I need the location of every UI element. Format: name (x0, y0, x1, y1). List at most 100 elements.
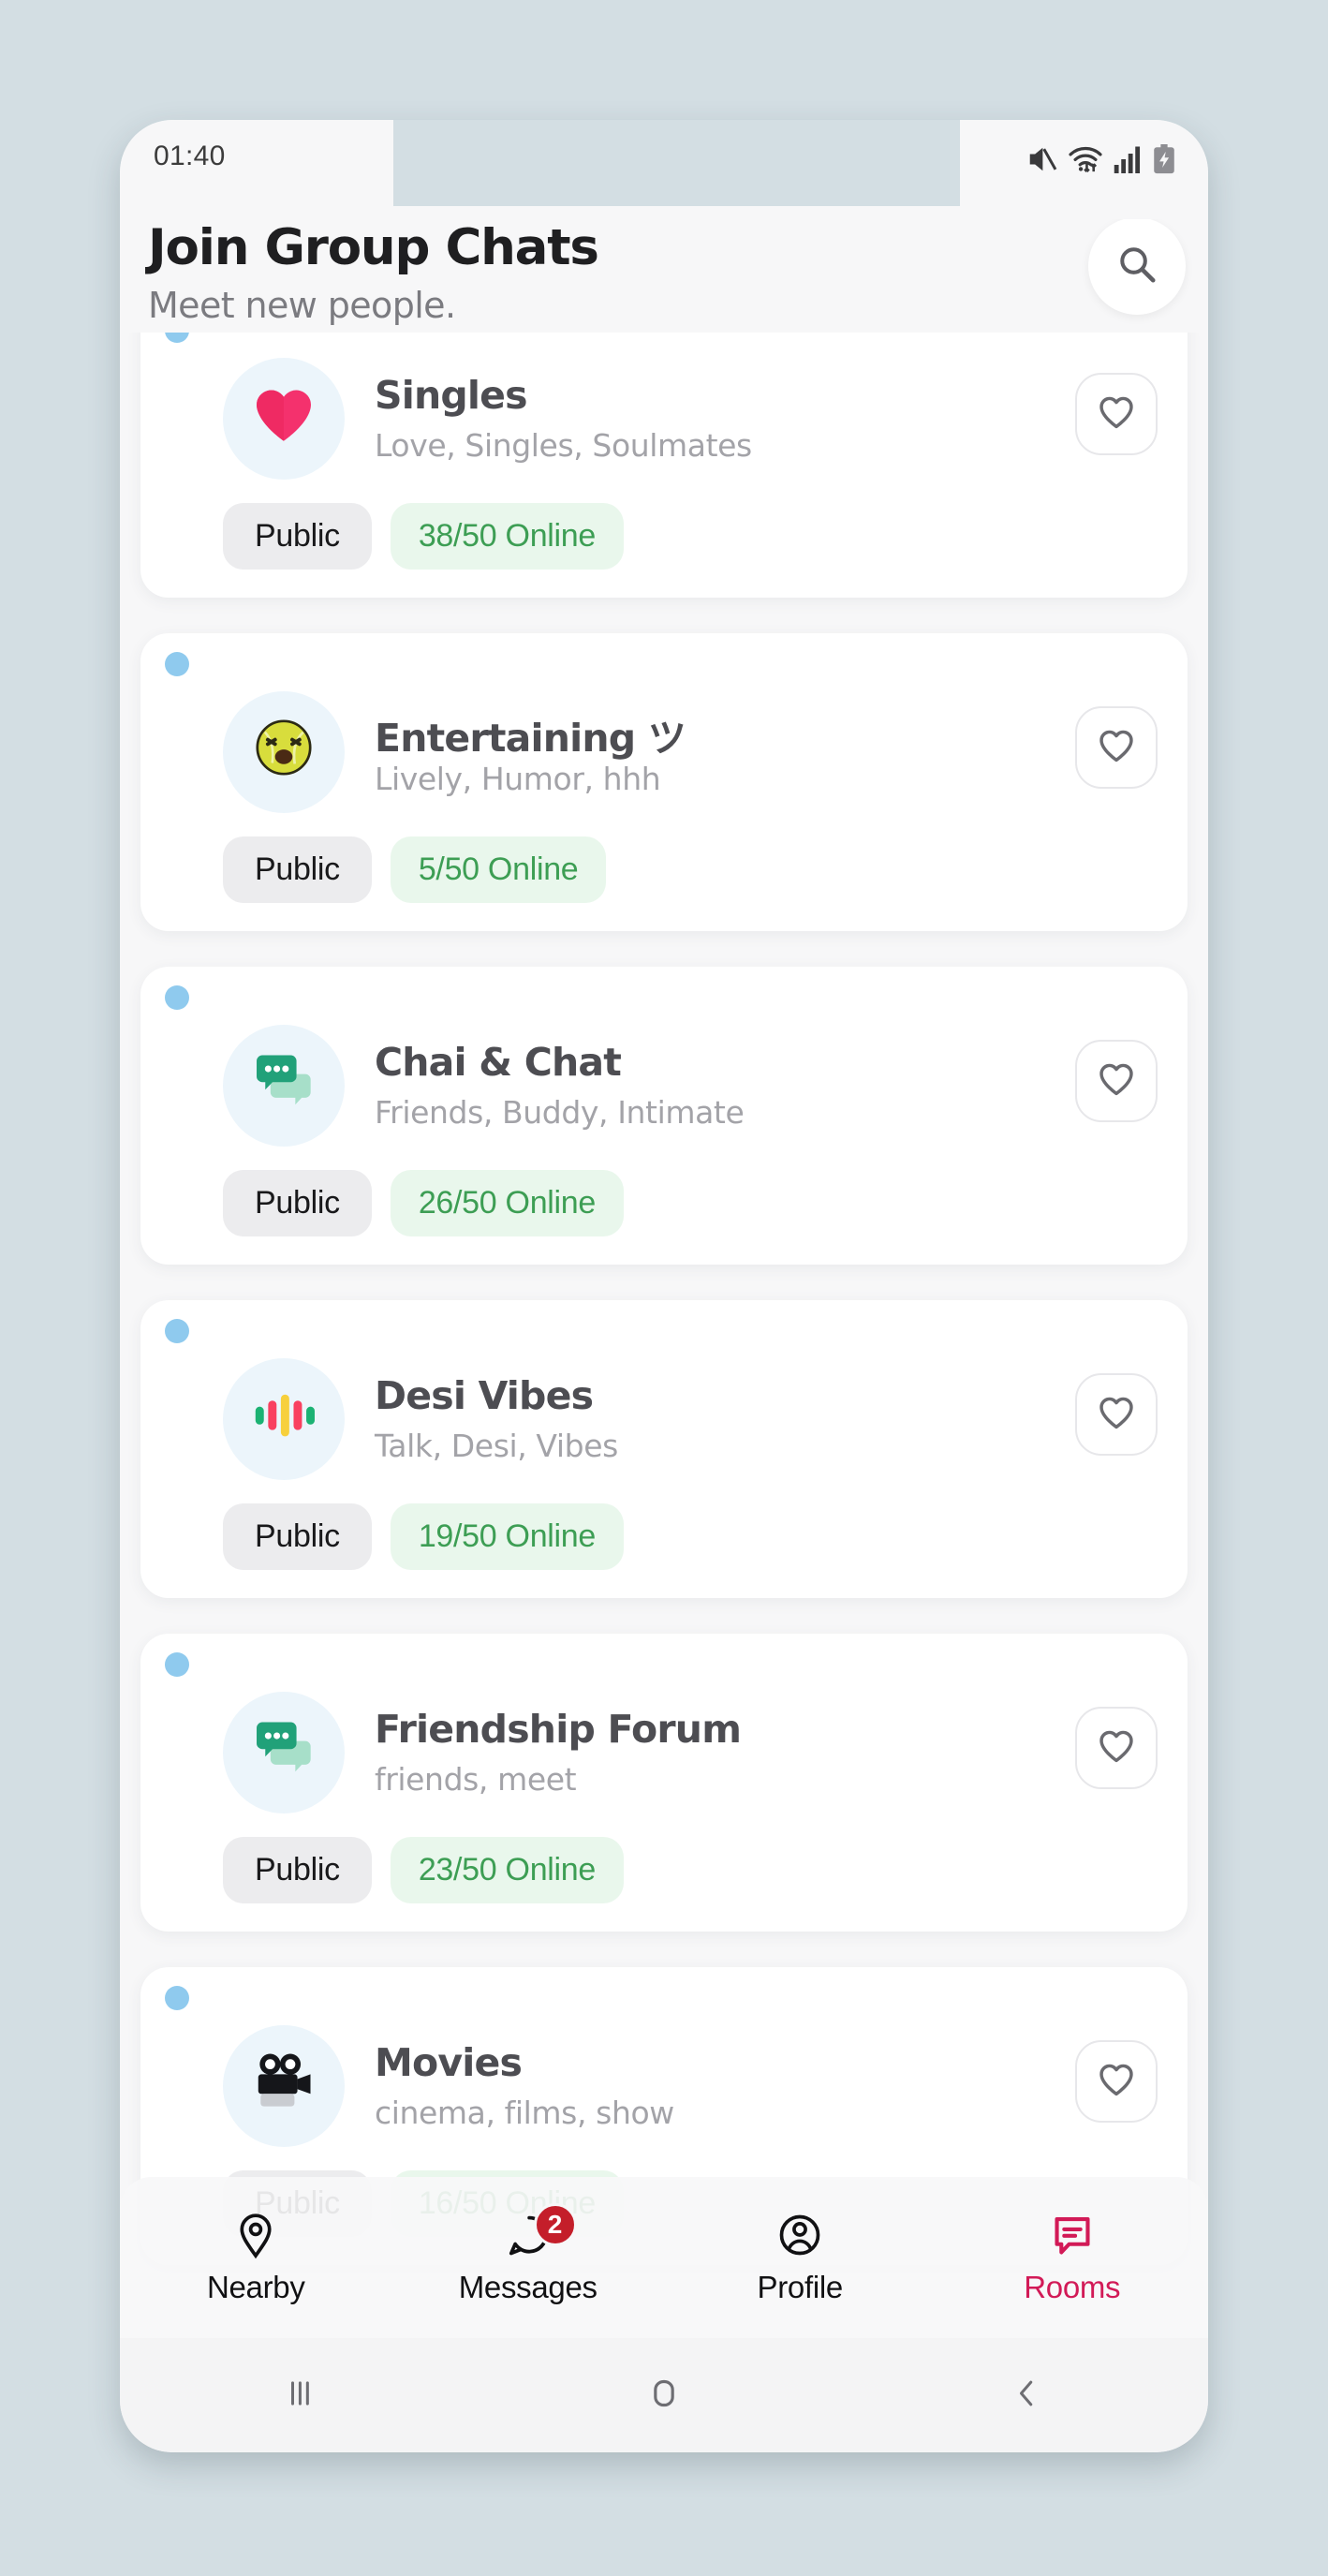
bottom-navigation: Nearby 2 Messages Profile Rooms (120, 2177, 1208, 2338)
android-system-navigation (120, 2338, 1208, 2452)
nav-item-profile[interactable]: Profile (664, 2211, 937, 2305)
recents-icon (284, 2376, 319, 2415)
waveform-icon (249, 1380, 318, 1458)
unread-badge: 2 (533, 2202, 577, 2246)
favorite-button[interactable] (1075, 1707, 1158, 1789)
favorite-button[interactable] (1075, 1373, 1158, 1456)
room-name: Friendship Forum (375, 1707, 742, 1752)
recents-button[interactable] (120, 2376, 482, 2415)
status-clock: 01:40 (154, 141, 226, 171)
favorite-button[interactable] (1075, 1040, 1158, 1122)
status-bar-left-panel: 01:40 (120, 120, 393, 206)
status-icons-group (1026, 142, 1176, 176)
search-button[interactable] (1088, 217, 1186, 315)
back-icon (1009, 2376, 1044, 2415)
speech-bubbles-icon (257, 1722, 311, 1772)
favorite-button[interactable] (1075, 373, 1158, 455)
phone-frame: 01:40 Join Group Chats Meet new people. … (120, 120, 1208, 2452)
rooms-list[interactable]: Singles Love, Singles, Soulmates Public 38/… (120, 300, 1208, 2342)
status-bar-right-panel (960, 120, 1208, 206)
heart-outline-icon (1096, 2059, 1137, 2104)
location-pin-icon (231, 2211, 280, 2263)
wifi-icon (1068, 144, 1103, 174)
room-tags: Talk, Desi, Vibes (375, 1428, 618, 1464)
room-meta: Public 26/50 Online (223, 1170, 625, 1236)
heart-emoji (249, 379, 318, 458)
nav-item-rooms[interactable]: Rooms (937, 2211, 1209, 2305)
online-count-badge: 19/50 Online (390, 1503, 625, 1570)
nav-item-label: Messages (458, 2269, 598, 2304)
mute-icon (1026, 145, 1057, 173)
room-card[interactable]: Chai & Chat Friends, Buddy, Intimate Publi… (140, 967, 1188, 1265)
online-dot (165, 985, 189, 1010)
room-avatar (223, 1358, 345, 1480)
favorite-button[interactable] (1075, 2040, 1158, 2123)
laughing-face-emoji (250, 714, 317, 791)
film-projector-emoji (258, 2053, 311, 2107)
search-icon (1115, 243, 1158, 289)
page-title: Join Group Chats (148, 219, 599, 276)
heart-emoji (257, 390, 311, 441)
room-name: Entertaining ツ (375, 716, 686, 761)
laughing-face-emoji (256, 719, 312, 776)
room-tags: friends, meet (375, 1761, 577, 1798)
film-projector-emoji (248, 2046, 319, 2126)
room-avatar (223, 1025, 345, 1147)
speech-bubbles-icon (257, 1055, 311, 1105)
visibility-badge: Public (223, 1503, 372, 1570)
room-avatar (223, 691, 345, 813)
heart-outline-icon (1096, 1059, 1137, 1103)
room-meta: Public 23/50 Online (223, 1837, 625, 1903)
status-bar: 01:40 (120, 120, 1208, 219)
favorite-button[interactable] (1075, 706, 1158, 789)
display-notch (393, 120, 960, 206)
home-icon (645, 2375, 683, 2416)
online-count-badge: 26/50 Online (390, 1170, 625, 1236)
heart-outline-icon (1096, 1392, 1137, 1437)
waveform-icon (255, 1394, 315, 1437)
signal-icon (1114, 145, 1142, 173)
online-dot (165, 652, 189, 676)
room-name: Movies (375, 2040, 523, 2085)
room-tags: cinema, films, show (375, 2095, 674, 2131)
room-meta: Public 5/50 Online (223, 836, 607, 903)
speech-bubbles-icon (249, 1046, 318, 1125)
nav-item-nearby[interactable]: Nearby (120, 2211, 392, 2305)
room-avatar (223, 2025, 345, 2147)
room-name: Singles (375, 373, 528, 418)
online-dot (165, 1652, 189, 1677)
nav-item-label: Nearby (206, 2269, 305, 2304)
visibility-badge: Public (223, 1837, 372, 1903)
room-tags: Lively, Humor, hhh (375, 761, 661, 797)
room-meta: Public 19/50 Online (223, 1503, 625, 1570)
home-button[interactable] (482, 2375, 845, 2416)
heart-outline-icon (1096, 725, 1137, 770)
room-name: Desi Vibes (375, 1373, 594, 1418)
online-count-badge: 5/50 Online (390, 836, 607, 903)
room-card[interactable]: Desi Vibes Talk, Desi, Vibes Public 19/50 O… (140, 1300, 1188, 1598)
nav-item-label: Profile (757, 2269, 844, 2304)
online-count-badge: 38/50 Online (390, 503, 625, 570)
back-button[interactable] (846, 2376, 1208, 2415)
nav-item-messages[interactable]: 2 Messages (392, 2202, 665, 2305)
room-card[interactable]: Entertaining ツ Lively, Humor, hhh Public 5/… (140, 633, 1188, 931)
visibility-badge: Public (223, 1170, 372, 1236)
speech-bubbles-icon (249, 1713, 318, 1792)
person-icon (775, 2211, 824, 2263)
page-subtitle: Meet new people. (148, 285, 456, 326)
room-name: Chai & Chat (375, 1040, 622, 1085)
room-tags: Friends, Buddy, Intimate (375, 1094, 745, 1131)
online-dot (165, 1319, 189, 1343)
heart-outline-icon (1096, 1725, 1137, 1770)
rooms-message-icon (1048, 2211, 1097, 2263)
online-count-badge: 23/50 Online (390, 1837, 625, 1903)
heart-outline-icon (1096, 392, 1137, 437)
battery-charging-icon (1152, 144, 1176, 174)
room-tags: Love, Singles, Soulmates (375, 427, 752, 464)
online-dot (165, 1986, 189, 2010)
room-avatar (223, 1692, 345, 1814)
room-card[interactable]: Singles Love, Singles, Soulmates Public 38/… (140, 300, 1188, 598)
room-meta: Public 38/50 Online (223, 503, 625, 570)
room-card[interactable]: Friendship Forum friends, meet Public 23/50… (140, 1634, 1188, 1932)
visibility-badge: Public (223, 503, 372, 570)
